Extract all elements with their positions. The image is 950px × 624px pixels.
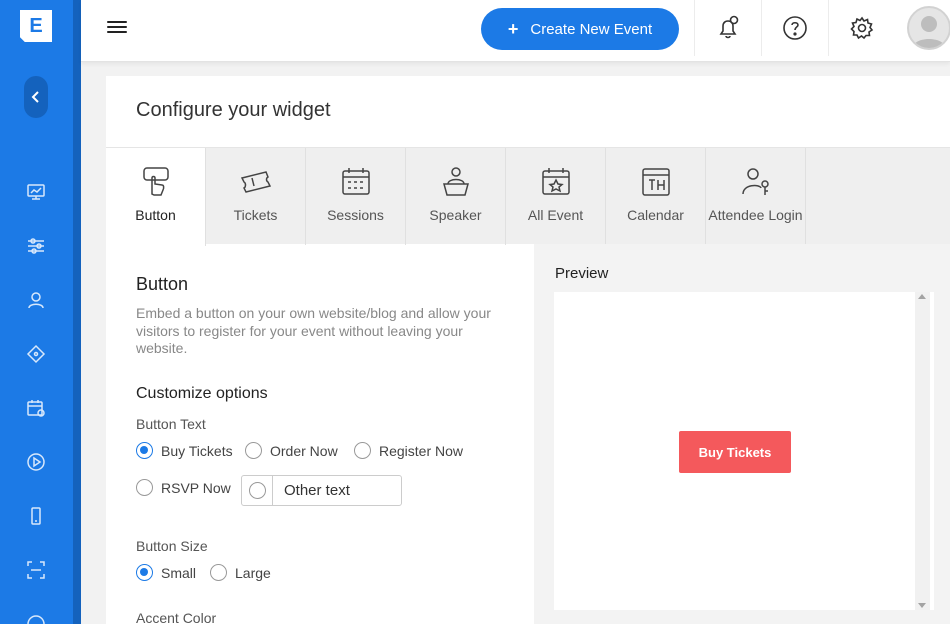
tab-tickets[interactable]: Tickets (206, 148, 306, 245)
tab-button[interactable]: Button (106, 148, 206, 246)
preview-panel: Preview Buy Tickets (534, 244, 950, 624)
radio-label: Buy Tickets (161, 442, 233, 459)
play-icon[interactable] (24, 450, 48, 474)
menu-icon[interactable] (107, 18, 127, 38)
radio-dot (245, 442, 262, 459)
tab-label: All Event (527, 207, 584, 223)
button-text-label: Button Text (136, 416, 206, 432)
button-click-icon (142, 167, 169, 196)
preview-title: Preview (555, 265, 609, 282)
scan-icon[interactable] (24, 558, 48, 582)
sidebar-collapse-button[interactable] (24, 76, 48, 118)
calendar-th-icon (641, 168, 670, 196)
calendar-settings-icon[interactable] (24, 396, 48, 420)
create-new-event-button[interactable]: + Create New Event (481, 8, 679, 50)
tab-all-event[interactable]: All Event (506, 148, 606, 245)
app-logo[interactable]: E (20, 10, 52, 42)
divider (272, 476, 273, 505)
all-event-icon (541, 168, 570, 195)
tab-speaker[interactable]: Speaker (406, 148, 506, 245)
chevron-left-icon (31, 91, 39, 103)
radio-dot (136, 442, 153, 459)
page-title: Configure your widget (136, 99, 331, 121)
accent-color-label: Accent Color (136, 610, 217, 624)
sidebar-edge (73, 0, 81, 624)
user-icon[interactable] (24, 288, 48, 312)
radio-size-small[interactable]: Small (136, 564, 196, 581)
widget-tabs: Button Tickets Sessions Speaker All Even… (106, 147, 950, 246)
scroll-down-icon[interactable] (918, 603, 926, 608)
radio-other[interactable] (249, 482, 266, 499)
button-config-pane: Button Embed a button on your own websit… (136, 274, 506, 624)
radio-dot (354, 442, 371, 459)
help-icon[interactable] (761, 0, 827, 56)
gear-icon[interactable] (828, 0, 894, 56)
tab-label: Button (135, 207, 176, 223)
attendee-login-icon (741, 168, 769, 195)
plus-icon: + (507, 18, 519, 39)
avatar[interactable] (907, 6, 950, 50)
radio-rsvp-now[interactable]: RSVP Now (136, 479, 231, 496)
tickets-icon (240, 171, 271, 193)
customize-heading: Customize options (136, 385, 268, 402)
speaker-icon (442, 167, 469, 196)
tab-label: Tickets (233, 207, 278, 223)
tab-attendee-login[interactable]: Attendee Login (706, 148, 806, 245)
other-text-input[interactable]: Other text (284, 482, 350, 499)
preview-frame: Buy Tickets (554, 292, 934, 610)
radio-dot (136, 564, 153, 581)
radio-label: Large (235, 564, 271, 581)
preview-buy-tickets-button[interactable]: Buy Tickets (679, 431, 791, 473)
sessions-calendar-icon (341, 168, 370, 195)
tab-label: Calendar (627, 207, 684, 223)
chat-icon[interactable] (24, 612, 48, 624)
sliders-icon[interactable] (24, 234, 48, 258)
radio-label: Register Now (379, 442, 464, 459)
tab-label: Speaker (429, 207, 482, 223)
bell-icon[interactable] (694, 0, 760, 56)
tab-calendar[interactable]: Calendar (606, 148, 706, 245)
preview-scrollbar[interactable] (915, 292, 930, 610)
radio-buy-tickets[interactable]: Buy Tickets (136, 442, 233, 459)
dashboard-icon[interactable] (24, 180, 48, 204)
other-text-field[interactable]: Other text (241, 475, 402, 506)
radio-register-now[interactable]: Register Now (354, 442, 463, 459)
mobile-icon[interactable] (24, 504, 48, 528)
user-avatar-icon (913, 16, 945, 48)
section-heading: Button (136, 274, 189, 294)
radio-label: RSVP Now (161, 479, 231, 496)
widget-config-card: Configure your widget Button Tickets Ses… (106, 76, 950, 624)
tab-label: Attendee Login (708, 207, 803, 223)
radio-size-large[interactable]: Large (210, 564, 271, 581)
ticket-icon[interactable] (24, 342, 48, 366)
sidebar: E (0, 0, 73, 624)
tab-sessions[interactable]: Sessions (306, 148, 406, 245)
top-bar: + Create New Event (81, 0, 950, 62)
button-size-label: Button Size (136, 538, 208, 554)
scroll-up-icon[interactable] (918, 294, 926, 299)
create-new-event-label: Create New Event (530, 20, 653, 38)
tab-label: Sessions (327, 207, 384, 223)
radio-dot (210, 564, 227, 581)
radio-label: Small (161, 564, 197, 581)
radio-order-now[interactable]: Order Now (245, 442, 338, 459)
radio-dot (136, 479, 153, 496)
radio-label: Order Now (270, 442, 338, 459)
section-description: Embed a button on your own website/blog … (136, 305, 491, 356)
